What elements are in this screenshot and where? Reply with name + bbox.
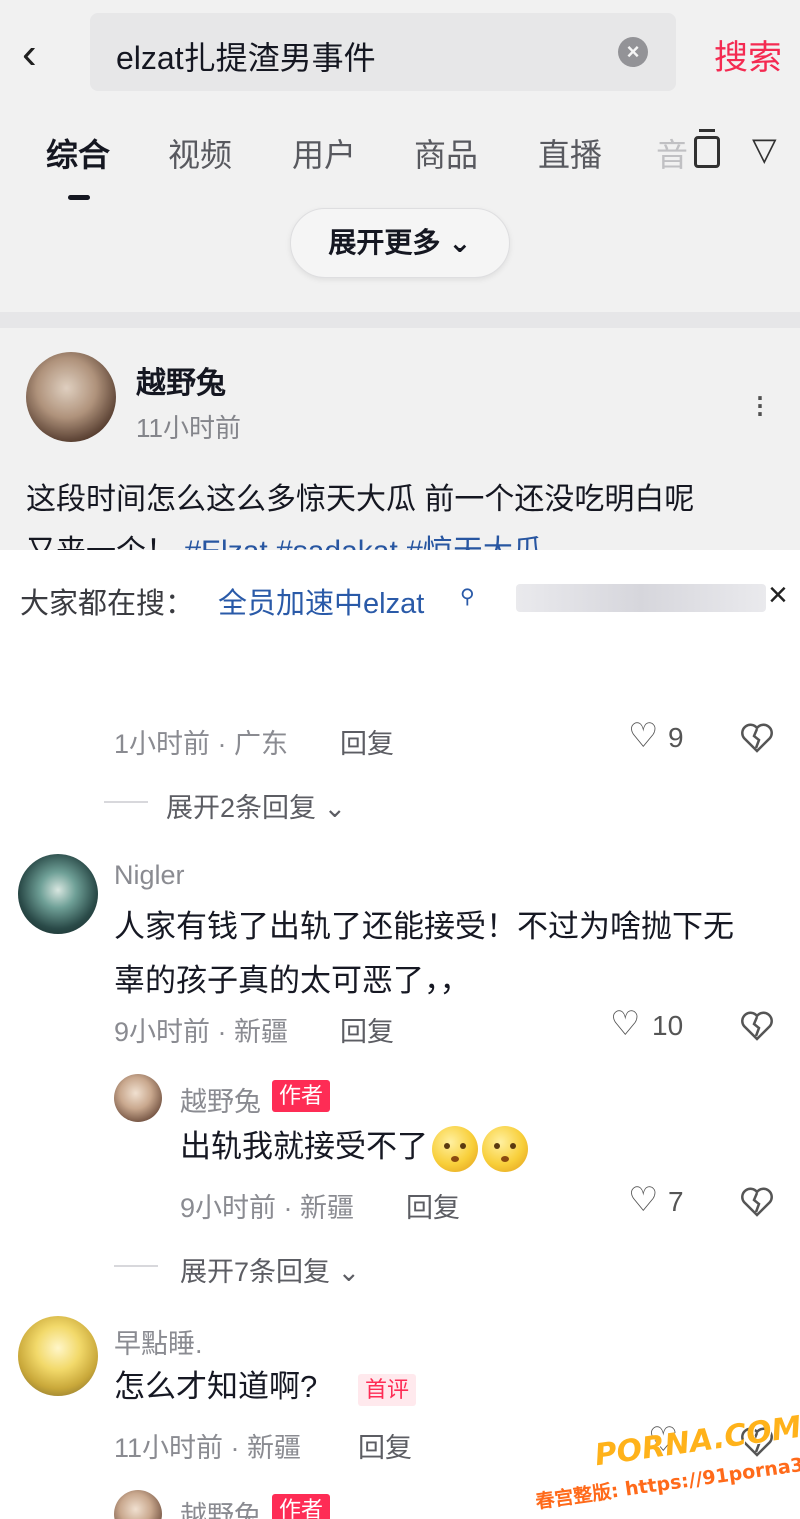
reply-button[interactable]: 回复 [406,1186,460,1225]
search-icon: ⚲ [460,586,475,608]
dim-overlay [0,0,800,550]
author-badge: 作者 [272,1494,331,1519]
hot-search-bar: 大家都在搜： 全员加速中elzat ⚲ × [20,576,788,622]
comment-username[interactable]: 早點睡. [114,1322,203,1361]
avatar[interactable] [114,1490,162,1519]
search-results-page: ‹ elzat扎提渣男事件 × 搜索 综合 视频 用户 商品 直播 音 ▽ 展开… [0,0,800,550]
hot-search-label: 大家都在搜： [20,588,195,620]
comments-sheet: 大家都在搜： 全员加速中elzat ⚲ × 1小时前 · 广东 回复 ♡ 9 展… [0,550,800,1519]
heart-icon[interactable]: ♡ [628,1180,658,1220]
like-count: 7 [668,1186,684,1217]
heart-icon[interactable]: ♡ [610,1004,640,1044]
reply-button[interactable]: 回复 [340,1010,394,1049]
close-icon[interactable]: × [768,576,788,615]
comment-meta: 11小时前 · 新疆 [114,1433,302,1463]
expand-replies-button[interactable]: 展开2条回复 ⌄ [166,786,346,825]
comment-text: 人家有钱了出轨了还能接受！不过为啥抛下无 辜的孩子真的太可恶了，， [114,909,734,998]
dislike-icon[interactable] [740,1186,774,1218]
comment-username[interactable]: 越野兔 [180,1494,261,1519]
heart-icon[interactable]: ♡ [628,716,658,756]
like-count: 9 [668,722,684,753]
like-count: 10 [652,1010,684,1041]
comment-meta: 9小时前 · 新疆 [180,1193,355,1223]
watermark: PORNA.COM 春宫整版: https://91porna34.com [534,1410,800,1516]
comment-meta: 9小时前 · 新疆 [114,1017,289,1047]
hot-search-blurred [516,584,766,612]
dislike-icon[interactable] [740,722,774,754]
avatar[interactable] [114,1074,162,1122]
reply-button[interactable]: 回复 [340,722,394,761]
comment-text: 出轨我就接受不了 [180,1120,780,1174]
first-comment-badge: 首评 [358,1374,417,1406]
dislike-icon[interactable] [740,1010,774,1042]
thinking-emoji-icon [432,1125,478,1172]
expand-divider [114,1265,158,1267]
comment-username[interactable]: 越野兔 [180,1080,261,1119]
comment-text: 怎么才知道啊? [114,1369,318,1404]
reply-button[interactable]: 回复 [358,1426,412,1465]
hot-search-term[interactable]: 全员加速中elzat [218,580,424,622]
avatar[interactable] [18,854,98,934]
comment-meta: 1小时前 · 广东 [114,729,289,759]
author-badge: 作者 [272,1080,331,1112]
thinking-emoji-icon [482,1125,528,1172]
avatar[interactable] [18,1316,98,1396]
comment-username[interactable]: Nigler [114,860,185,891]
expand-divider [104,801,148,803]
expand-replies-button[interactable]: 展开7条回复 ⌄ [180,1250,360,1289]
